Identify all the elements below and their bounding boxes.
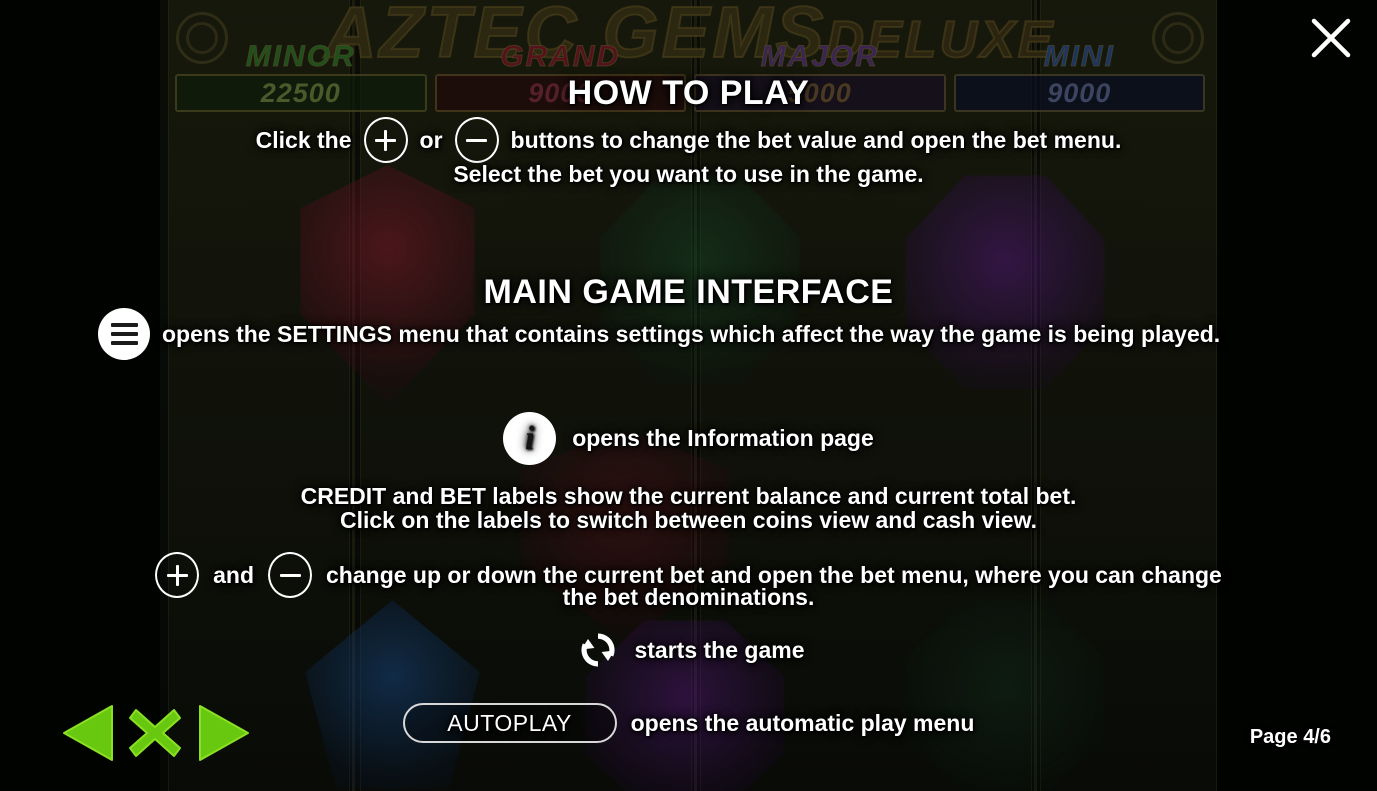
close-paytable-button[interactable] (124, 702, 186, 769)
hamburger-bar (110, 341, 138, 345)
how-to-play-line-1: Click the or buttons to change the bet v… (0, 117, 1377, 163)
spin-description: starts the game (634, 636, 805, 663)
how-to-play-text-before: Click the (255, 126, 352, 153)
autoplay-button[interactable]: AUTOPLAY (402, 703, 617, 743)
how-to-play-text-after: buttons to change the bet value and open… (510, 126, 1122, 153)
plus-icon-vertical (384, 129, 388, 151)
minus-icon (454, 117, 499, 163)
hamburger-menu-icon (98, 308, 150, 360)
spin-row: starts the game (0, 624, 1377, 676)
paytable-content: HOW TO PLAY Click the or buttons to chan… (0, 0, 1377, 791)
spin-icon (572, 624, 624, 676)
credit-bet-line-2: Click on the labels to switch between co… (339, 507, 1038, 533)
info-icon: i (503, 412, 557, 465)
autoplay-description: opens the automatic play menu (630, 709, 975, 736)
bet-change-description-line-2: the bet denominations. (562, 584, 815, 610)
settings-description: opens the SETTINGS menu that contains se… (162, 320, 1221, 347)
hamburger-bar (110, 323, 138, 327)
plus-icon (363, 117, 408, 163)
minus-icon-horizontal (466, 138, 488, 142)
previous-page-button[interactable] (58, 702, 116, 769)
how-to-play-line-2: Select the bet you want to use in the ga… (453, 161, 924, 187)
how-to-play-text-between: or (419, 126, 443, 153)
main-game-interface-title: MAIN GAME INTERFACE (483, 273, 894, 311)
settings-row: opens the SETTINGS menu that contains se… (0, 308, 1377, 360)
info-description: opens the Information page (572, 425, 874, 451)
next-page-button[interactable] (194, 702, 252, 769)
minus-icon-horizontal (279, 573, 301, 577)
paytable-screen: AZTEC GEMSDELUXE MINOR 22500 GRAND 9000 … (0, 0, 1377, 791)
page-indicator: Page 4/6 (1249, 726, 1331, 748)
hamburger-bar (110, 332, 138, 336)
close-icon[interactable] (1299, 6, 1363, 70)
info-row: i opens the Information page (0, 412, 1377, 465)
how-to-play-title: HOW TO PLAY (567, 74, 810, 112)
paytable-navigation (58, 702, 252, 769)
